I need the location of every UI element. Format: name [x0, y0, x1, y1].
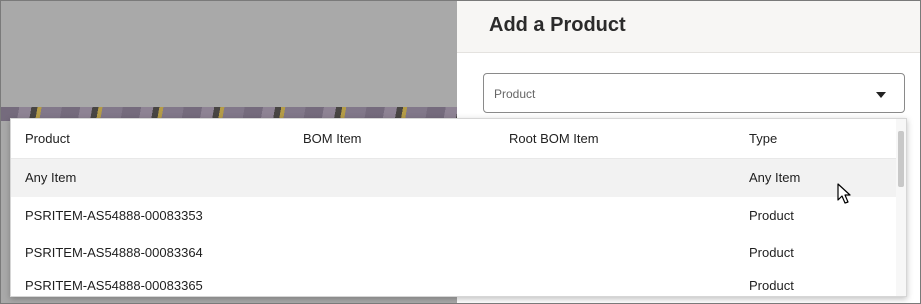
product-dropdown-list: Product BOM Item Root BOM Item Type Any … — [10, 118, 907, 297]
chevron-down-icon[interactable] — [876, 92, 886, 98]
row-product: PSRITEM-AS54888-00083353 — [25, 208, 203, 223]
product-select[interactable]: Product — [483, 73, 905, 113]
drawer-header: Add a Product — [457, 1, 920, 53]
mouse-pointer-icon — [837, 183, 851, 204]
row-type: Any Item — [749, 170, 801, 185]
window: Add a Product Product Product BOM Item R… — [0, 0, 921, 304]
scrollbar-thumb[interactable] — [898, 131, 904, 187]
dropdown-scrollbar[interactable] — [896, 119, 906, 296]
column-header-root-bom-item: Root BOM Item — [509, 131, 599, 146]
table-header-row: Product BOM Item Root BOM Item Type — [11, 119, 896, 159]
drawer-title: Add a Product — [489, 14, 626, 36]
row-type: Product — [749, 278, 794, 293]
row-product: PSRITEM-AS54888-00083365 — [25, 278, 203, 293]
row-product: Any Item — [25, 170, 77, 185]
row-type: Product — [749, 208, 794, 223]
product-select-placeholder: Product — [494, 87, 536, 101]
column-header-bom-item: BOM Item — [303, 131, 362, 146]
column-header-type: Type — [749, 131, 778, 146]
table-row[interactable]: Any Item Any Item — [11, 159, 896, 197]
column-header-product: Product — [25, 131, 70, 146]
table-row[interactable]: PSRITEM-AS54888-00083353 Product — [11, 197, 896, 235]
table-row[interactable]: PSRITEM-AS54888-00083365 Product — [11, 267, 896, 296]
